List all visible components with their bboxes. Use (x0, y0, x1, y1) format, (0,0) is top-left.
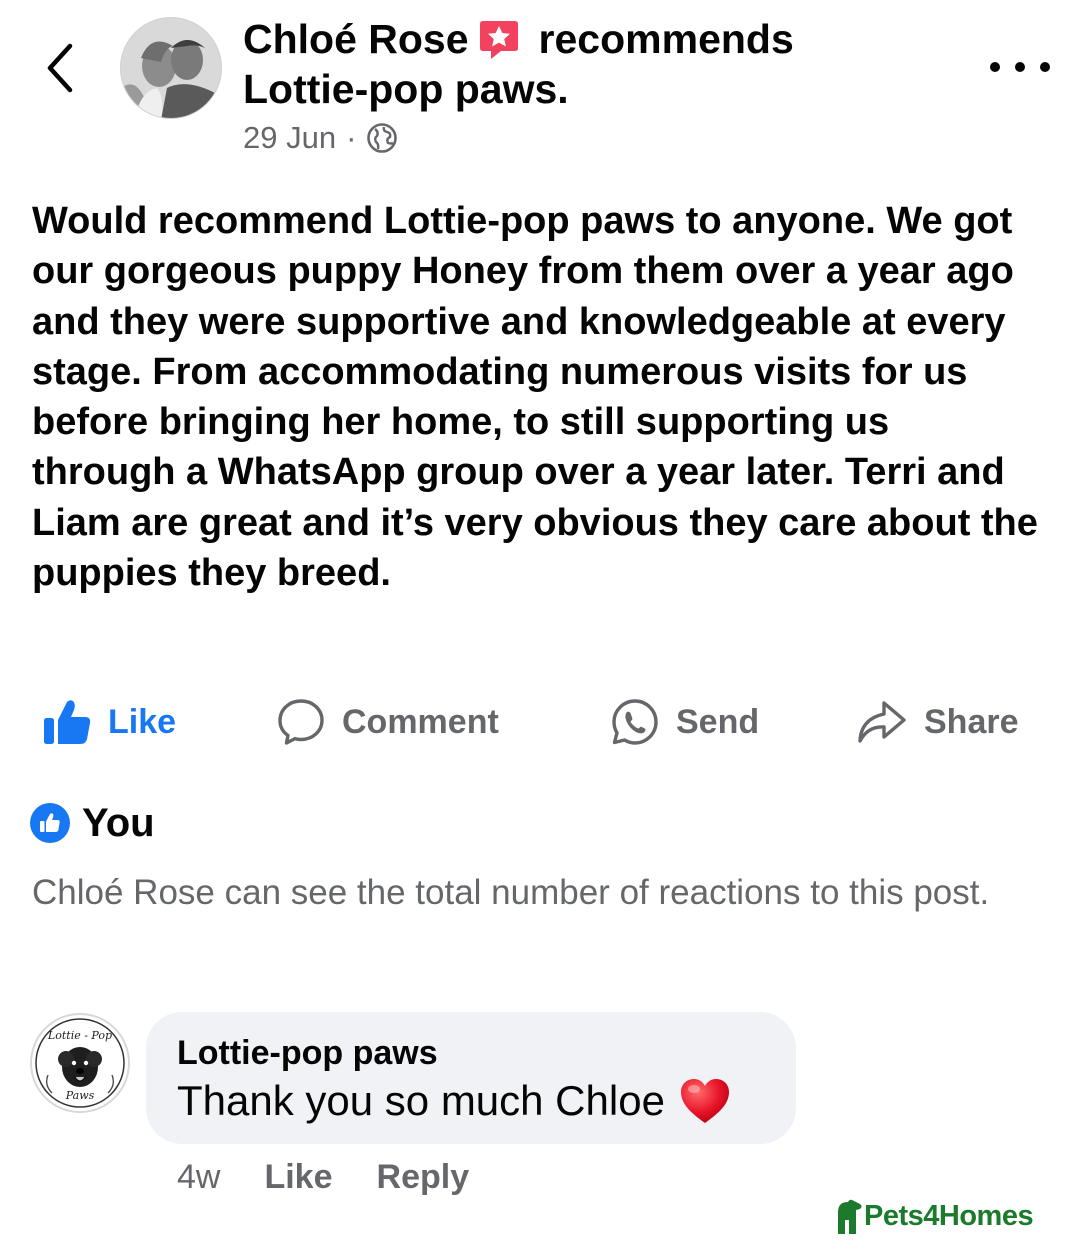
comment-like-link[interactable]: Like (264, 1156, 332, 1198)
recommended-page-name[interactable]: Lottie-pop paws. (243, 64, 569, 114)
like-button[interactable]: Like (42, 690, 176, 754)
reaction-people: You (82, 800, 155, 845)
more-dot (1040, 62, 1050, 72)
share-label: Share (924, 702, 1019, 741)
comment-author[interactable]: Lottie-pop paws (177, 1032, 438, 1074)
pets4homes-logo-icon (838, 1199, 862, 1234)
whatsapp-icon (612, 699, 658, 745)
back-button[interactable] (38, 40, 82, 96)
profile-photo (121, 18, 221, 118)
comment-text: Thank you so much Chloe (177, 1077, 665, 1124)
meta-separator: · (346, 120, 357, 155)
thumbs-up-icon (44, 700, 91, 744)
comment-reply-link[interactable]: Reply (377, 1156, 470, 1198)
svg-text:Lottie - Pop: Lottie - Pop (47, 1029, 112, 1042)
post-meta: 29 Jun · (243, 118, 398, 158)
commenter-avatar[interactable]: Lottie - Pop Paws (30, 1013, 130, 1113)
recommendation-icon (477, 17, 521, 61)
svg-text:Paws: Paws (65, 1089, 95, 1102)
send-label: Send (676, 702, 760, 741)
comment-text-row: Thank you so much Chloe (177, 1075, 731, 1127)
more-dot (1015, 62, 1025, 72)
post-header-title: Chloé Rose recommends (243, 14, 794, 64)
more-options-button[interactable] (990, 52, 1050, 82)
author-name[interactable]: Chloé Rose (243, 14, 469, 64)
like-label: Like (108, 702, 177, 741)
heart-icon (680, 1079, 729, 1123)
recommends-label: recommends (538, 16, 794, 62)
pets4homes-watermark: Pets4Homes (834, 1196, 1034, 1236)
send-button[interactable]: Send (610, 690, 759, 754)
share-button[interactable]: Share (856, 690, 1019, 754)
comment-icon (278, 699, 324, 745)
post-text: Would recommend Lottie-pop paws to anyon… (32, 200, 1038, 595)
comment-meta: 4w Like Reply (177, 1156, 469, 1198)
watermark-text: Pets4Homes (864, 1199, 1034, 1232)
like-reaction-icon (30, 803, 70, 843)
reactions-privacy-notice: Chloé Rose can see the total number of r… (32, 873, 990, 912)
lottie-pop-paws-logo: Lottie - Pop Paws (35, 1018, 125, 1108)
author-avatar[interactable] (120, 17, 222, 119)
post-action-bar: Like Comment Send Share (30, 690, 1050, 754)
comment-label: Comment (342, 702, 499, 741)
share-icon (858, 701, 906, 743)
reactions-summary[interactable]: You (30, 800, 155, 846)
post-date[interactable]: 29 Jun (243, 118, 336, 158)
globe-icon (367, 123, 398, 153)
comment-button[interactable]: Comment (276, 690, 499, 754)
chevron-left-icon (47, 43, 73, 93)
more-dot (990, 62, 1000, 72)
comment-time[interactable]: 4w (177, 1156, 220, 1198)
